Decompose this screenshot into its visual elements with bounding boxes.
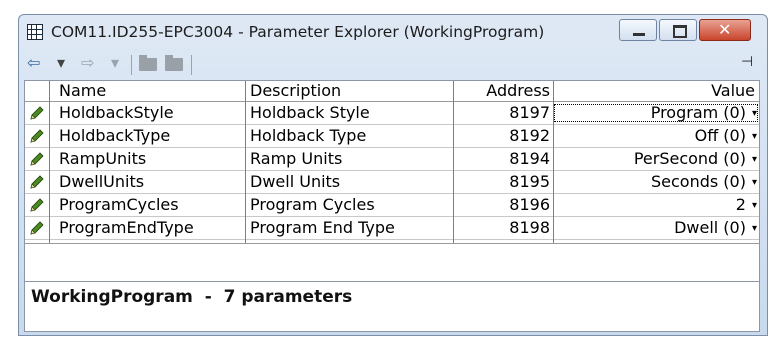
parameter-value-dropdown[interactable]: Dwell (0) ▾ bbox=[555, 218, 757, 238]
folder-icon[interactable] bbox=[139, 55, 157, 71]
parameter-name-cell[interactable]: HoldbackStyle bbox=[59, 103, 243, 123]
status-bar: WorkingProgram - 7 parameters bbox=[25, 281, 759, 310]
parameter-name-cell[interactable]: DwellUnits bbox=[59, 172, 243, 192]
table-header-row: Name Description Address Value bbox=[25, 81, 759, 101]
dropdown-arrow-icon[interactable]: ▾ bbox=[752, 154, 757, 165]
row-divider bbox=[25, 147, 759, 148]
status-text: WorkingProgram - 7 parameters bbox=[31, 287, 353, 307]
minimize-button[interactable] bbox=[619, 19, 657, 41]
header-divider bbox=[25, 101, 759, 102]
pencil-edit-icon bbox=[30, 198, 44, 212]
table-row[interactable]: HoldbackStyle Holdback Style 8197 Program (… bbox=[25, 103, 759, 123]
close-button[interactable]: ✕ bbox=[699, 19, 751, 41]
parameter-address-cell: 8197 bbox=[509, 103, 550, 122]
table-row[interactable]: RampUnits Ramp Units 8194 PerSecond (0) ▾ bbox=[25, 149, 759, 169]
focused-value-cell-outline bbox=[554, 104, 758, 122]
parameter-description-cell: Holdback Type bbox=[250, 126, 367, 145]
forward-arrow-icon[interactable]: ⇨ bbox=[81, 53, 94, 72]
pin-icon[interactable]: ⊣ bbox=[741, 54, 753, 70]
table-row[interactable]: ProgramEndType Program End Type 8198 Dwell … bbox=[25, 218, 759, 238]
parameter-value-dropdown[interactable]: Off (0) ▾ bbox=[555, 126, 757, 146]
dropdown-arrow-icon[interactable]: ▾ bbox=[752, 131, 757, 142]
parameter-value-text: PerSecond (0) bbox=[633, 149, 746, 168]
parameter-address-cell: 8194 bbox=[509, 149, 550, 168]
table-row[interactable]: HoldbackType Holdback Type 8192 Off (0) ▾ bbox=[25, 126, 759, 146]
pencil-edit-icon bbox=[30, 106, 44, 120]
table-bottom-divider bbox=[25, 243, 759, 244]
window-title: COM11.ID255-EPC3004 - Parameter Explorer… bbox=[51, 23, 545, 41]
parameter-description-cell: Holdback Style bbox=[250, 103, 370, 122]
column-header-description[interactable]: Description bbox=[250, 81, 341, 101]
parameter-value-dropdown[interactable]: PerSecond (0) ▾ bbox=[555, 149, 757, 169]
parameter-address-cell: 8195 bbox=[509, 172, 550, 191]
dropdown-arrow-icon[interactable]: ▾ bbox=[752, 200, 757, 211]
parameter-address-cell: 8198 bbox=[509, 218, 550, 237]
maximize-button[interactable] bbox=[659, 19, 697, 41]
maximize-icon bbox=[673, 25, 687, 38]
table-row[interactable]: ProgramCycles Program Cycles 8196 2 ▾ bbox=[25, 195, 759, 215]
toolbar-separator bbox=[191, 55, 192, 75]
column-divider bbox=[553, 81, 554, 243]
pencil-edit-icon bbox=[30, 152, 44, 166]
row-divider bbox=[25, 124, 759, 125]
parameter-table-panel: Name Description Address Value HoldbackS… bbox=[24, 80, 760, 332]
forward-history-dropdown-icon[interactable]: ▾ bbox=[111, 53, 119, 72]
grid-app-icon bbox=[27, 24, 43, 40]
parameter-description-cell: Ramp Units bbox=[250, 149, 343, 168]
back-arrow-icon[interactable]: ⇦ bbox=[27, 53, 40, 72]
parameter-address-cell: 8192 bbox=[509, 126, 550, 145]
parameter-name-cell[interactable]: ProgramCycles bbox=[59, 195, 243, 215]
column-header-name[interactable]: Name bbox=[59, 81, 106, 101]
column-divider bbox=[245, 81, 246, 243]
row-divider bbox=[25, 170, 759, 171]
dropdown-arrow-icon[interactable]: ▾ bbox=[752, 223, 757, 234]
toolbar-separator bbox=[131, 55, 132, 75]
table-row[interactable]: DwellUnits Dwell Units 8195 Seconds (0) ▾ bbox=[25, 172, 759, 192]
column-header-value[interactable]: Value bbox=[555, 81, 755, 101]
parameter-value-text: 2 bbox=[735, 195, 746, 214]
column-divider bbox=[453, 81, 454, 243]
close-icon: ✕ bbox=[718, 20, 732, 39]
parameter-value-text: Off (0) bbox=[694, 126, 746, 145]
pencil-edit-icon bbox=[30, 129, 44, 143]
minimize-icon bbox=[633, 33, 645, 36]
parameter-explorer-window: COM11.ID255-EPC3004 - Parameter Explorer… bbox=[18, 14, 768, 336]
parameter-description-cell: Program End Type bbox=[250, 218, 395, 237]
parameter-name-cell[interactable]: HoldbackType bbox=[59, 126, 243, 146]
row-divider bbox=[25, 239, 759, 240]
parameter-description-cell: Dwell Units bbox=[250, 172, 341, 191]
parameter-name-cell[interactable]: ProgramEndType bbox=[59, 218, 243, 238]
parameter-value-text: Dwell (0) bbox=[674, 218, 746, 237]
title-bar[interactable]: COM11.ID255-EPC3004 - Parameter Explorer… bbox=[19, 15, 767, 49]
pencil-edit-icon bbox=[30, 221, 44, 235]
folder-up-icon[interactable] bbox=[165, 55, 183, 71]
parameter-name-cell[interactable]: RampUnits bbox=[59, 149, 243, 169]
parameter-value-dropdown[interactable]: Seconds (0) ▾ bbox=[555, 172, 757, 192]
navigation-toolbar: ⇦ ▾ ⇨ ▾ ⊣ bbox=[19, 49, 767, 79]
row-divider bbox=[25, 216, 759, 217]
back-history-dropdown-icon[interactable]: ▾ bbox=[57, 53, 65, 72]
parameter-description-cell: Program Cycles bbox=[250, 195, 375, 214]
parameter-address-cell: 8196 bbox=[509, 195, 550, 214]
column-header-address[interactable]: Address bbox=[458, 81, 550, 101]
pencil-edit-icon bbox=[30, 175, 44, 189]
parameter-value-text: Seconds (0) bbox=[651, 172, 746, 191]
dropdown-arrow-icon[interactable]: ▾ bbox=[752, 177, 757, 188]
parameter-value-dropdown[interactable]: 2 ▾ bbox=[555, 195, 757, 215]
row-divider bbox=[25, 193, 759, 194]
column-divider bbox=[49, 81, 50, 243]
